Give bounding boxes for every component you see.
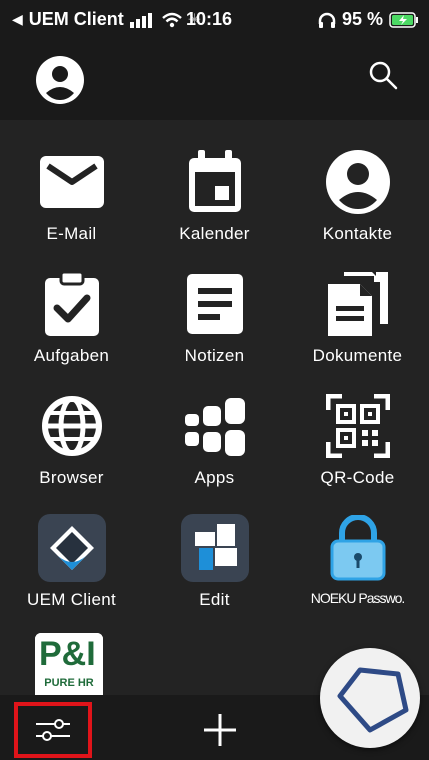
app-header (0, 40, 429, 120)
app-label: Kontakte (322, 224, 393, 243)
app-tile-qr-code[interactable]: QR-Code (286, 384, 429, 506)
edit-app-icon (180, 514, 249, 582)
app-label: Kalender (179, 224, 250, 243)
back-arrow-icon[interactable]: ◀ (12, 11, 23, 28)
app-label: NOEKU Passwo. (310, 590, 406, 606)
pure-hr-logo-text: P&I (39, 635, 96, 673)
qr-code-icon (325, 394, 390, 458)
app-tile-noeku-password[interactable]: NOEKU Passwo. (286, 506, 429, 628)
search-icon[interactable] (368, 60, 398, 90)
notes-icon (186, 274, 243, 334)
documents-icon (327, 272, 388, 336)
app-tile-edit[interactable]: Edit (143, 506, 286, 628)
app-label: Browser (39, 468, 104, 487)
sliders-icon (36, 719, 70, 741)
app-tile-browser[interactable]: Browser (0, 384, 143, 506)
globe-icon (41, 396, 102, 456)
filter-settings-button[interactable] (14, 702, 92, 758)
app-tile-contacts[interactable]: Kontakte (286, 140, 429, 262)
app-tile-tasks[interactable]: Aufgaben (0, 262, 143, 384)
app-label: Notizen (184, 346, 245, 365)
app-label: QR-Code (320, 468, 395, 487)
app-label: UEM Client (27, 590, 116, 609)
contact-icon (325, 150, 390, 214)
app-tile-uem-client[interactable]: UEM Client (0, 506, 143, 628)
launcher-floating-button[interactable] (320, 648, 420, 748)
apps-icon (184, 398, 245, 456)
headphones-icon (318, 12, 336, 28)
pure-hr-app-icon: P&I PURE HR (35, 633, 103, 695)
app-tile-calendar[interactable]: Kalender (143, 140, 286, 262)
uem-client-app-icon (37, 514, 106, 582)
app-tile-notes[interactable]: Notizen (143, 262, 286, 384)
app-label: Edit (199, 590, 230, 609)
app-label: E-Mail (46, 224, 97, 243)
app-label: Aufgaben (33, 346, 110, 365)
clock: 10:16 (186, 9, 233, 29)
app-tile-documents[interactable]: Dokumente (286, 262, 429, 384)
app-label: Apps (194, 468, 235, 487)
envelope-icon (39, 156, 104, 208)
app-tile-pure-hr[interactable]: P&I PURE HR (35, 633, 103, 695)
app-tile-apps[interactable]: Apps (143, 384, 286, 506)
padlock-app-icon (330, 515, 385, 581)
app-label: Dokumente (312, 346, 403, 365)
app-tile-email[interactable]: E-Mail (0, 140, 143, 262)
calendar-icon (188, 150, 241, 212)
pentagon-logo-icon (337, 667, 409, 733)
battery-level: 95 % (341, 9, 383, 29)
wifi-icon (161, 12, 182, 27)
profile-avatar-icon[interactable] (36, 56, 84, 104)
status-bar: ◀ UEM Client ✳ 10:16 95 % (0, 0, 429, 40)
pure-hr-subtext: PURE HR (44, 677, 94, 689)
clipboard-check-icon (44, 272, 99, 336)
add-icon[interactable] (196, 706, 244, 754)
signal-icon (129, 12, 152, 28)
battery-charging-icon (389, 11, 418, 28)
back-app-label[interactable]: UEM Client (29, 9, 124, 30)
